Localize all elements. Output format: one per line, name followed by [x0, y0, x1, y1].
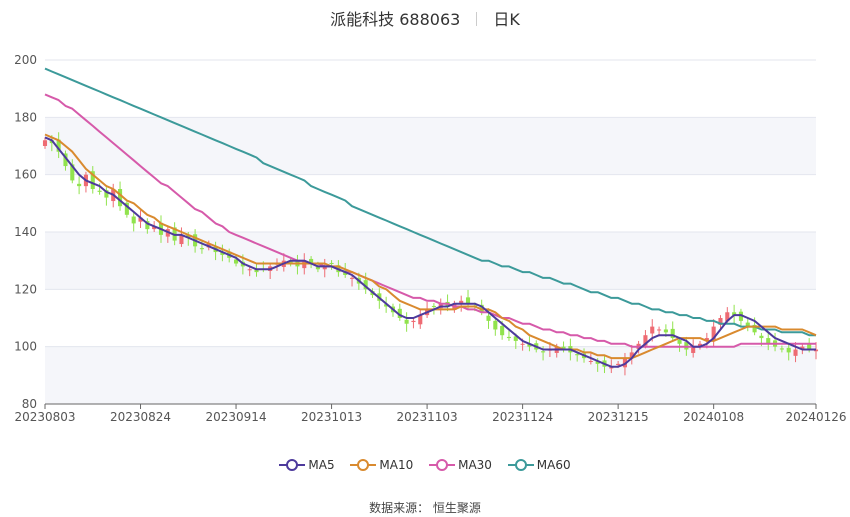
candlestick-chart: 80100120140160180200 20230803 20230824 202… — [14, 53, 847, 424]
candle-body — [541, 351, 546, 353]
legend-item-ma30[interactable]: MA30 — [429, 458, 492, 472]
candle-body — [650, 326, 655, 334]
legend-label-ma60: MA60 — [536, 458, 571, 472]
candle-body — [97, 190, 102, 192]
x-tick-label: 20230803 — [14, 410, 75, 424]
ma10-legend-icon — [350, 459, 377, 471]
candle-body — [506, 336, 512, 339]
candle-body — [759, 335, 764, 339]
legend-item-ma60[interactable]: MA60 — [507, 458, 571, 472]
y-tick-label: 160 — [14, 168, 37, 182]
candle-body — [779, 348, 784, 350]
x-tick-label: 20240108 — [683, 410, 744, 424]
candle-body — [247, 269, 252, 271]
candle-body — [677, 339, 682, 344]
candle-body — [500, 326, 505, 336]
candle-body — [575, 354, 580, 356]
candle-body — [42, 140, 48, 146]
data-source: 数据来源： 恒生聚源 — [369, 501, 481, 515]
plot-band — [45, 346, 816, 404]
plot-background — [45, 117, 816, 404]
x-tick-label: 20240126 — [785, 410, 846, 424]
candle-body — [199, 248, 204, 250]
candle-body — [486, 315, 491, 321]
y-tick-label: 80 — [22, 397, 37, 411]
ma60-legend-icon — [507, 459, 534, 471]
ma60-line — [44, 67, 816, 337]
candle-body — [77, 183, 82, 187]
candle-body — [588, 361, 593, 362]
candle-body — [657, 329, 662, 331]
candle-body — [786, 347, 791, 353]
plot-band — [45, 117, 816, 175]
x-tick-label: 20231103 — [397, 410, 458, 424]
candle-body — [663, 329, 668, 333]
legend-item-ma5[interactable]: MA5 — [279, 458, 335, 472]
candle-body — [349, 277, 355, 279]
x-tick-label: 20230914 — [206, 410, 267, 424]
y-axis: 80 100 120 140 160 180 200 — [14, 53, 37, 411]
y-tick-label: 200 — [14, 53, 37, 67]
x-tick-label: 20231124 — [492, 410, 553, 424]
x-tick-label: 20231013 — [301, 410, 362, 424]
candle-body — [520, 343, 525, 345]
legend-label-ma10: MA10 — [379, 458, 414, 472]
legend: MA5 MA10 MA30 MA60 — [0, 458, 850, 472]
y-tick-label: 100 — [14, 340, 37, 354]
y-tick-label: 140 — [14, 225, 37, 239]
candle-body — [493, 320, 498, 330]
candle-body — [404, 319, 409, 324]
legend-item-ma10[interactable]: MA10 — [350, 458, 413, 472]
legend-label-ma30: MA30 — [458, 458, 492, 472]
candle-body — [431, 305, 436, 307]
candle-body — [118, 189, 123, 207]
y-tick-label: 180 — [14, 110, 37, 124]
legend-label-ma5: MA5 — [308, 458, 335, 472]
x-axis: 20230803 20230824 20230914 20231013 20231103… — [14, 403, 847, 424]
candle-body — [793, 349, 798, 356]
candle-body — [616, 363, 621, 366]
ma30-legend-icon — [429, 459, 456, 471]
candle-body — [329, 262, 334, 264]
candle-body — [131, 216, 136, 224]
x-tick-label: 20230824 — [110, 410, 171, 424]
ma5-legend-icon — [279, 459, 306, 471]
x-tick-label: 20231215 — [588, 410, 649, 424]
y-tick-label: 120 — [14, 282, 37, 296]
candle-body — [411, 320, 416, 323]
